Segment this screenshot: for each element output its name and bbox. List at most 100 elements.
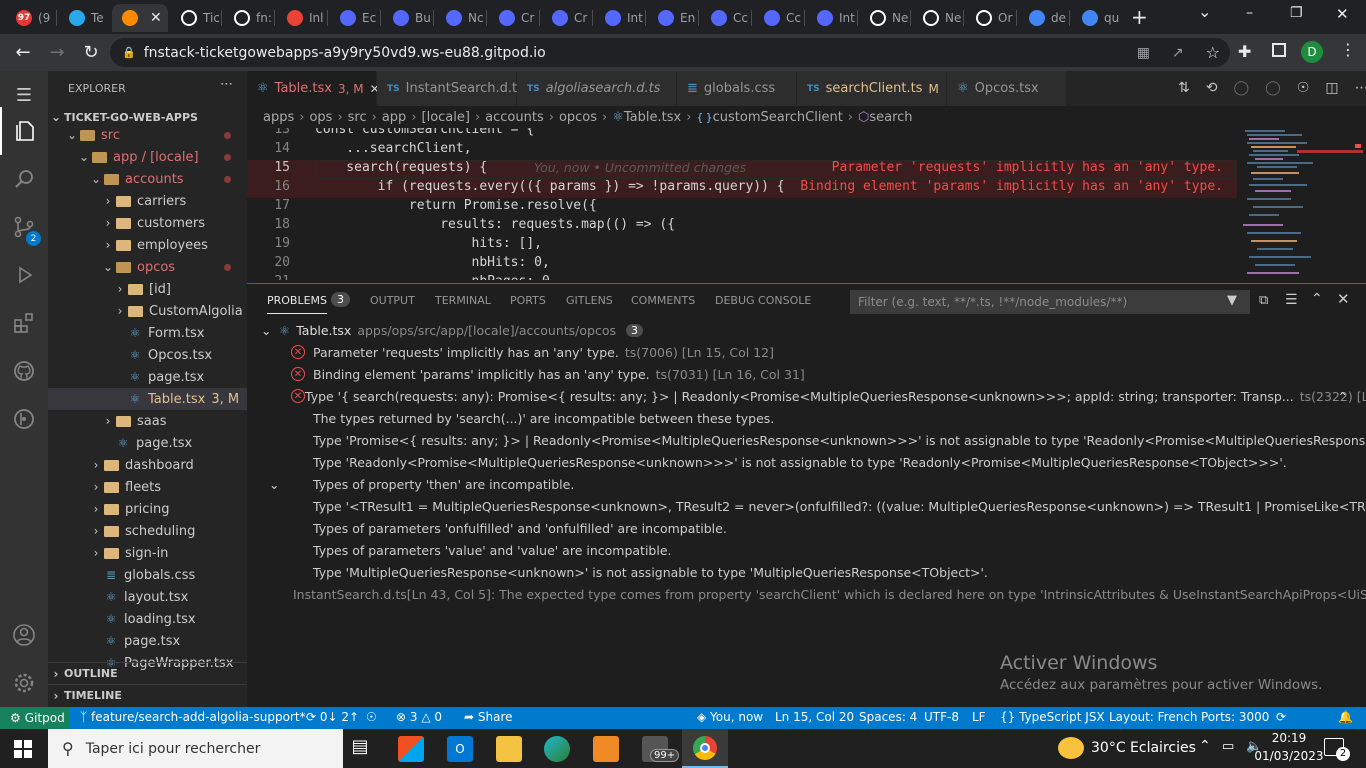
microsoft-store-icon[interactable] — [398, 736, 424, 762]
editor-tab[interactable]: TS algoliasearch.d.ts — [517, 71, 677, 106]
panel-tab[interactable]: PROBLEMS — [267, 294, 328, 314]
source-control-icon[interactable]: 2 — [0, 203, 48, 251]
breadcrumb-item[interactable]: src — [348, 110, 367, 125]
code-editor[interactable]: 13 const customSearchClient = {14 ...sear… — [247, 128, 1237, 280]
clock-time[interactable]: 20:19 — [1264, 731, 1314, 745]
explorer-more-icon[interactable]: ⋯ — [220, 77, 233, 92]
previous-change-icon[interactable]: ◯ — [1233, 80, 1249, 96]
indentation[interactable]: Spaces: 4 — [859, 710, 917, 724]
browser-tab[interactable]: Cc — [754, 4, 804, 32]
tree-item[interactable]: ⌄ accounts — [48, 168, 247, 190]
collapse-all-icon[interactable]: ⧉ — [1259, 293, 1268, 308]
file-explorer-icon[interactable] — [496, 736, 522, 762]
tree-item[interactable]: › sign-in — [48, 542, 247, 564]
more-actions-icon[interactable]: ⋯ — [1355, 80, 1366, 96]
filter-funnel-icon[interactable]: ▼ — [1227, 293, 1237, 308]
task-view-icon[interactable]: ▤ — [347, 736, 373, 762]
media-player-icon[interactable] — [593, 736, 619, 762]
browser-tab[interactable]: Te — [59, 4, 109, 32]
minimize-window-icon[interactable]: – — [1246, 5, 1253, 21]
editor-tab[interactable]: ⚛ Table.tsx 3, M ✕ — [247, 71, 380, 106]
problem-row[interactable]: ✕ Binding element 'params' implicitly has… — [247, 363, 1366, 385]
tree-item[interactable]: ⚛ page.tsx — [48, 630, 247, 652]
taskbar-search-box[interactable]: ⚲ Taper ici pour rechercher — [48, 729, 343, 768]
breadcrumb-item[interactable]: opcos — [559, 110, 597, 125]
breadcrumb-item[interactable]: customSearchClient — [713, 110, 843, 125]
browser-tab[interactable]: Cc — [701, 4, 751, 32]
tree-item[interactable]: › employees — [48, 234, 247, 256]
related-info-row[interactable]: InstantSearch.d.ts[Ln 43, Col 5]: The ex… — [247, 583, 1366, 605]
problem-detail-row[interactable]: Type 'MultipleQueriesResponse<unknown>' … — [247, 561, 1366, 583]
problem-detail-row[interactable]: Types of parameters 'onfulfilled' and 'o… — [247, 517, 1366, 539]
timeline-section[interactable]: › TIMELINE — [48, 684, 247, 706]
tree-item[interactable]: › [id] — [48, 278, 247, 300]
close-window-icon[interactable]: ✕ — [1336, 5, 1349, 23]
extensions-icon[interactable]: ✚ — [1238, 42, 1251, 61]
problem-detail-row[interactable]: Type '<TResult1 = MultipleQueriesRespons… — [247, 495, 1366, 517]
minimap[interactable] — [1237, 128, 1366, 280]
browser-tab[interactable]: de — [1019, 4, 1069, 32]
bell-notification-icon[interactable]: 🔔 — [1338, 710, 1353, 724]
chevron-down-icon[interactable]: ⌄ — [269, 477, 279, 492]
live-share-icon[interactable]: ⟳ — [1276, 710, 1286, 724]
tree-item[interactable]: ⌄ app / [locale] — [48, 146, 247, 168]
problem-row[interactable]: ✕ Type '{ search(requests: any): Promise<… — [247, 385, 1366, 407]
tree-item[interactable]: ⚛ layout.tsx — [48, 586, 247, 608]
extensions-blocks-icon[interactable] — [0, 299, 48, 347]
problem-detail-row[interactable]: The types returned by 'search(...)' are … — [247, 407, 1366, 429]
breadcrumb-item[interactable]: app — [382, 110, 406, 125]
tree-item[interactable]: ⚛ loading.tsx — [48, 608, 247, 630]
panel-tab[interactable]: DEBUG CONSOLE — [715, 294, 811, 307]
panel-tab[interactable]: TERMINAL — [435, 294, 491, 307]
browser-tab[interactable]: En — [648, 4, 698, 32]
tree-item[interactable]: › dashboard — [48, 454, 247, 476]
problem-detail-row[interactable]: ⌄ Types of property 'then' are incompatib… — [247, 473, 1366, 495]
share-icon[interactable]: ↗ — [1172, 45, 1184, 61]
browser-tab[interactable]: Inl — [277, 4, 327, 32]
address-bar[interactable]: 🔒 fnstack-ticketgowebapps-a9y9ry50vd9.ws… — [110, 38, 1230, 67]
tree-item[interactable]: ⚛ Opcos.tsx — [48, 344, 247, 366]
browser-menu-icon[interactable]: ⋮ — [1340, 40, 1356, 59]
search-icon[interactable] — [0, 155, 48, 203]
panel-tab[interactable]: COMMENTS — [631, 294, 695, 307]
cursor-position[interactable]: Ln 15, Col 20 — [775, 710, 854, 724]
run-debug-icon[interactable] — [0, 251, 48, 299]
outline-section[interactable]: › OUTLINE — [48, 662, 247, 684]
profile-avatar[interactable]: D — [1301, 41, 1323, 63]
browser-tab[interactable]: Cr — [542, 4, 592, 32]
breadcrumb-item[interactable]: accounts — [485, 110, 544, 125]
chevron-up-icon[interactable]: ⌃ — [1338, 389, 1348, 404]
tree-item[interactable]: › CustomAlgolia — [48, 300, 247, 322]
view-as-tree-icon[interactable]: ☰ — [1285, 292, 1298, 308]
side-panel-icon[interactable] — [1272, 43, 1286, 57]
outlook-icon[interactable]: O — [447, 736, 473, 762]
browser-tab[interactable]: Cr — [489, 4, 539, 32]
close-tab-icon[interactable]: ✕ — [150, 10, 162, 26]
editor-tab[interactable]: TS InstantSearch.d.ts — [377, 71, 524, 106]
branch-indicator[interactable]: ᛉ feature/search-add-algolia-support* — [80, 710, 306, 724]
account-icon[interactable] — [0, 611, 48, 659]
keyboard-layout[interactable]: Layout: French — [1109, 710, 1198, 724]
browser-tab[interactable]: Int — [595, 4, 645, 32]
split-editor-icon[interactable]: ◫ — [1325, 80, 1338, 96]
browser-tab[interactable]: Ne — [860, 4, 910, 32]
editor-tab[interactable]: ⚛ Opcos.tsx — [947, 71, 1067, 106]
tree-item[interactable]: › customers — [48, 212, 247, 234]
clock-date[interactable]: 01/03/2023 — [1250, 749, 1328, 763]
tree-item[interactable]: ⚛ page.tsx — [48, 366, 247, 388]
tree-item[interactable]: ⌄ opcos — [48, 256, 247, 278]
panel-tab[interactable]: OUTPUT — [370, 294, 415, 307]
gitlens-icon[interactable] — [0, 395, 48, 443]
language-mode[interactable]: {} TypeScript JSX — [1000, 710, 1105, 724]
open-changes-icon[interactable]: ⇅ — [1178, 80, 1190, 96]
tree-item[interactable]: › pricing — [48, 498, 247, 520]
forward-arrow-icon[interactable]: → — [40, 36, 74, 70]
share-button[interactable]: ➦ Share — [464, 710, 513, 724]
panel-tab[interactable]: GITLENS — [566, 294, 613, 307]
tray-chevron-icon[interactable]: ⌃ — [1199, 738, 1211, 754]
breadcrumb-item[interactable]: Table.tsx — [624, 110, 681, 125]
editor-tab[interactable]: ≣ globals.css — [677, 71, 797, 106]
browser-tab[interactable]: Or — [966, 4, 1016, 32]
tree-item[interactable]: › saas — [48, 410, 247, 432]
tree-item[interactable]: ≣ globals.css — [48, 564, 247, 586]
